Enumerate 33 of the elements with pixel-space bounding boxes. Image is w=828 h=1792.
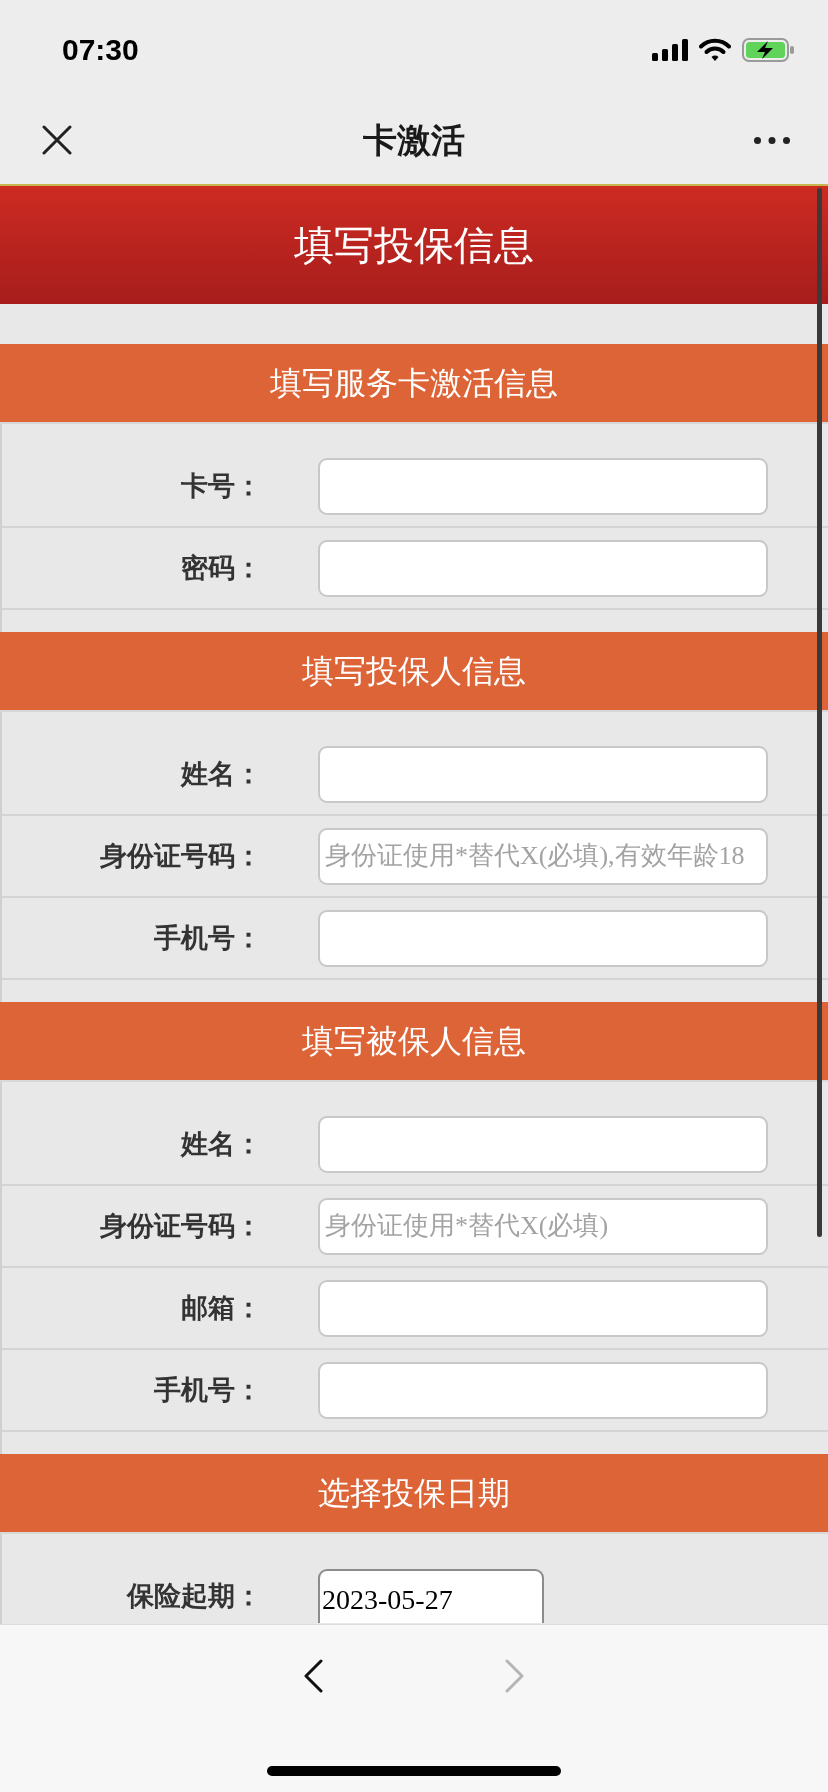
close-icon[interactable] [42,125,72,155]
back-chevron-icon[interactable] [303,1659,323,1693]
field-label: 保险起期： [125,1582,262,1610]
field-label: 手机号： [153,1376,262,1404]
date-field[interactable]: 2023-05-27 [318,1569,544,1623]
text-field[interactable] [318,1279,768,1337]
page-header: 填写投保信息 [0,184,828,304]
field-label: 身份证号码： [99,1212,262,1240]
text-field[interactable] [318,457,768,515]
text-field[interactable]: 身份证使用*替代X(必填),有效年龄18 [318,827,768,885]
more-icon[interactable] [754,136,790,144]
section-header: 选择投保日期 [0,1454,828,1534]
section-header: 填写服务卡激活信息 [0,344,828,424]
text-field[interactable] [318,1115,768,1173]
field-label: 卡号： [180,472,262,500]
wifi-icon [699,38,731,62]
text-field[interactable] [318,745,768,803]
signal-icon [652,39,688,61]
battery-charging-icon [742,38,794,62]
section-header: 填写被保人信息 [0,1002,828,1082]
text-field[interactable]: 身份证使用*替代X(必填) [318,1197,768,1255]
field-label: 密码： [180,554,262,582]
section-header: 填写投保人信息 [0,632,828,712]
field-label: 身份证号码： [99,842,262,870]
page-title: 卡激活 [363,123,465,157]
field-label: 邮箱： [180,1294,262,1322]
field-label: 手机号： [153,924,262,952]
text-field[interactable] [318,909,768,967]
field-label: 姓名： [179,1130,262,1158]
field-label: 姓名： [179,760,262,788]
status-time: 07:30 [62,35,139,65]
text-field[interactable] [318,1361,768,1419]
text-field[interactable] [318,539,768,597]
